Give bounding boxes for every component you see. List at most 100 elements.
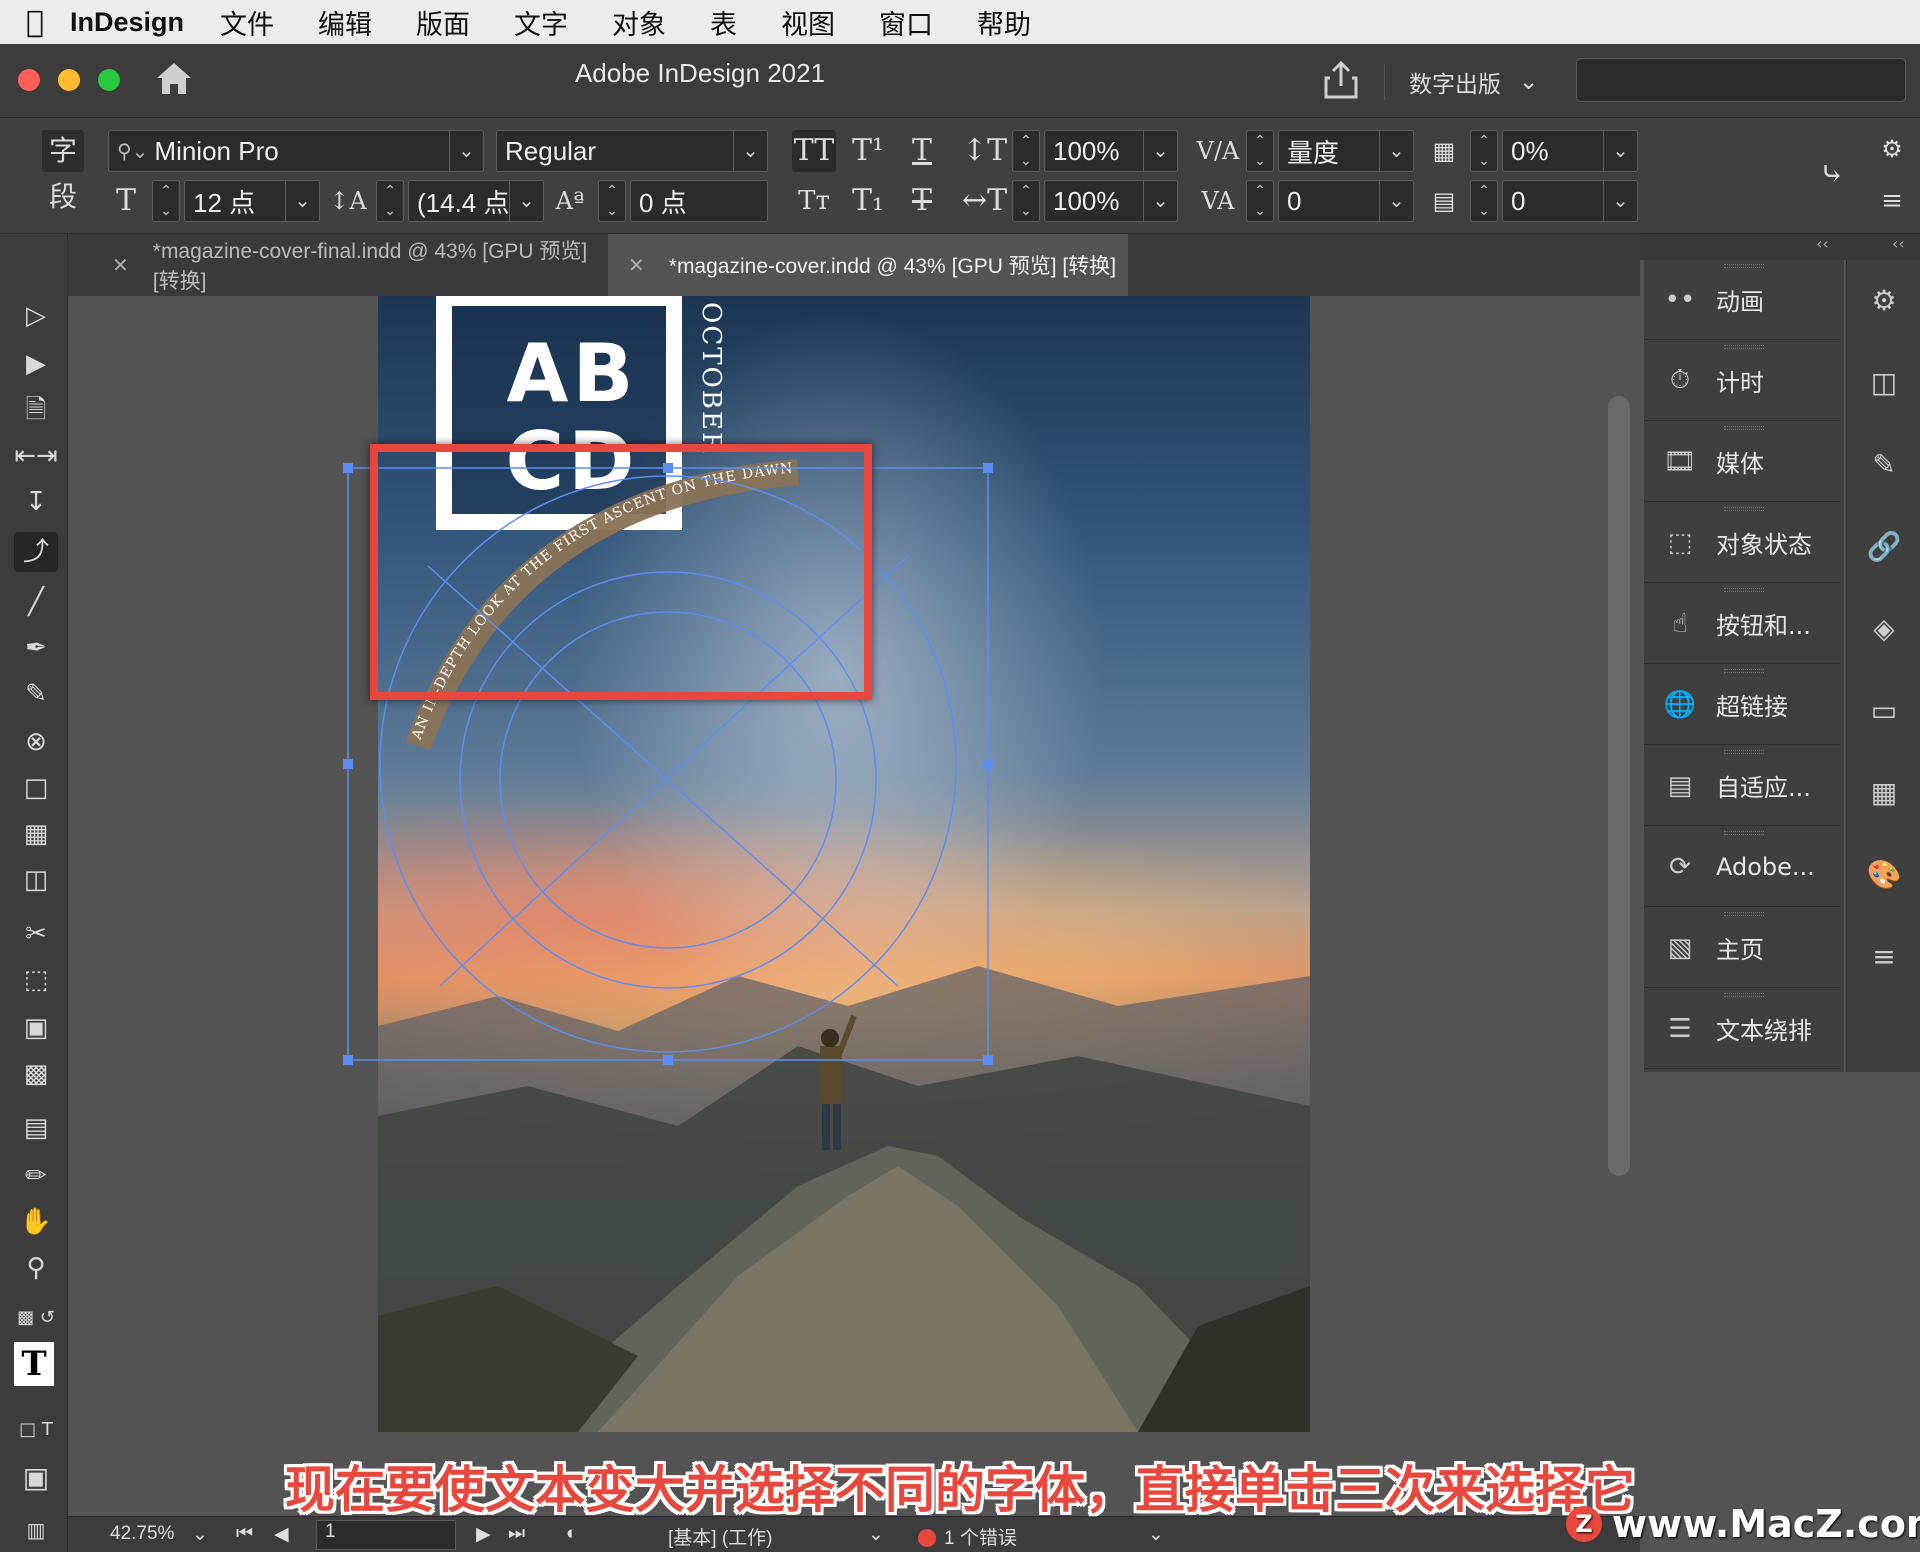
tsume-field[interactable]: 0% ⌄ [1502, 130, 1638, 172]
note-tool-icon[interactable]: ▤ [14, 1108, 58, 1148]
search-input[interactable] [1576, 58, 1906, 102]
menu-type[interactable]: 文字 [514, 3, 568, 42]
leading-field[interactable]: (14.4 点 ⌄ [408, 180, 544, 222]
font-family-field[interactable]: ⚲⌄ Minion Pro ⌄ [108, 130, 484, 172]
links-icon[interactable]: 🔗 [1861, 524, 1907, 570]
pen-tool-icon[interactable]: ✒ [14, 628, 58, 668]
selection-tool-icon[interactable]: ▷ [14, 296, 58, 336]
gradient-swatch-tool-icon[interactable]: ▣ [14, 1008, 58, 1048]
chevron-down-icon[interactable]: ⌄ [449, 131, 483, 171]
chevron-down-icon[interactable]: ⌄ [1379, 131, 1413, 171]
preflight-profile[interactable]: [基本] (工作) [668, 1523, 773, 1550]
line-tool-icon[interactable]: ╱ [14, 582, 58, 622]
collapse-panels-icon[interactable]: ‹‹ [1816, 234, 1829, 253]
zoom-level[interactable]: 42.75% [110, 1523, 174, 1545]
properties-sliders-icon[interactable]: ⚙ [1861, 278, 1907, 324]
page-number-field[interactable]: 1 [316, 1520, 456, 1550]
chevron-down-icon[interactable]: ⌄ [1603, 181, 1637, 221]
tsume-stepper[interactable]: ⌃ ⌄ [1470, 130, 1498, 172]
chevron-down-icon[interactable]: ⌄ [733, 131, 767, 171]
cc-libraries-icon[interactable]: ◫ [1861, 360, 1907, 406]
horizontal-scale-field[interactable]: 100% ⌄ [1044, 180, 1178, 222]
formatting-affects-text-icon[interactable]: T [14, 1342, 54, 1386]
superscript-icon[interactable]: T¹ [846, 130, 890, 172]
gear-icon[interactable]: ⚙ [1870, 128, 1914, 170]
chevron-down-icon[interactable]: ⌄ [192, 1523, 208, 1546]
all-caps-icon[interactable]: TT [792, 130, 836, 172]
menu-view[interactable]: 视图 [781, 3, 835, 42]
chevron-down-icon[interactable]: ⌄ [1143, 131, 1177, 171]
panel-animation[interactable]: •• 动画 [1644, 260, 1840, 340]
tracking-field[interactable]: 0 ⌄ [1278, 180, 1414, 222]
kerning-stepper[interactable]: ⌃ ⌄ [1246, 130, 1274, 172]
zoom-window-button[interactable] [98, 69, 120, 91]
layers-icon[interactable]: ◈ [1861, 606, 1907, 652]
menu-layout[interactable]: 版面 [416, 3, 470, 42]
chevron-down-icon[interactable]: ⌄ [1603, 131, 1637, 171]
quick-actions-icon[interactable]: ⤷ [1810, 154, 1854, 196]
collapse-strip-icon[interactable]: ‹‹ [1892, 234, 1905, 253]
panel-buttons-forms[interactable]: ☝ 按钮和... [1644, 584, 1840, 664]
table-tool-icon[interactable]: ▦ [14, 814, 58, 854]
skew-field[interactable]: 0 ⌄ [1502, 180, 1638, 222]
menu-app-name[interactable]: InDesign [70, 7, 184, 38]
hand-tool-icon[interactable]: ✋ [14, 1202, 58, 1242]
vertical-scrollbar[interactable] [1608, 396, 1630, 1176]
eyedropper-tool-icon[interactable]: ✏ [14, 1156, 58, 1196]
menu-help[interactable]: 帮助 [977, 3, 1031, 42]
menu-window[interactable]: 窗口 [879, 3, 933, 42]
chevron-down-icon[interactable]: ⌄ [1148, 1523, 1164, 1546]
chevron-down-icon[interactable]: ⌄ [868, 1523, 884, 1546]
share-icon[interactable] [1322, 60, 1360, 100]
chevron-down-icon[interactable]: ⌄ [509, 181, 543, 221]
baseline-shift-stepper[interactable]: ⌃ ⌄ [598, 180, 626, 222]
content-collector-icon[interactable]: ↧ [14, 482, 58, 522]
zoom-tool-icon[interactable]: ⚲ [14, 1248, 58, 1288]
panel-text-wrap[interactable]: ☰ 文本绕排 [1644, 989, 1840, 1069]
leading-stepper[interactable]: ⌃ ⌄ [376, 180, 404, 222]
chevron-down-icon[interactable]: ⌄ [1379, 181, 1413, 221]
vertical-scale-field[interactable]: 100% ⌄ [1044, 130, 1178, 172]
preflight-icon[interactable]: ◐ [566, 1523, 577, 1545]
tracking-stepper[interactable]: ⌃ ⌄ [1246, 180, 1274, 222]
menu-table[interactable]: 表 [710, 3, 737, 42]
type-on-path-tool-icon[interactable]: ⤴ [14, 532, 58, 572]
rectangle-frame-tool-icon[interactable]: ⊗ [14, 722, 58, 762]
close-icon[interactable]: ✕ [112, 253, 129, 278]
default-colors-icon[interactable]: ▩ ↺ [14, 1298, 58, 1338]
scissors-tool-icon[interactable]: ✂ [14, 914, 58, 954]
container-text-toggle-icon[interactable]: □ T [14, 1410, 58, 1450]
menu-file[interactable]: 文件 [220, 3, 274, 42]
small-caps-icon[interactable]: Tᴛ [792, 180, 836, 222]
baseline-shift-field[interactable]: 0 点 [630, 180, 768, 222]
direct-selection-tool-icon[interactable]: ▶ [14, 344, 58, 384]
next-page-icon[interactable]: ▶ [476, 1523, 491, 1546]
pencil-tool-icon[interactable]: ✎ [14, 674, 58, 714]
swatches-icon[interactable]: ▦ [1861, 770, 1907, 816]
gap-tool-icon[interactable]: ⇤⇥ [14, 436, 58, 476]
home-icon[interactable] [154, 60, 194, 96]
preflight-errors[interactable]: 1 个错误 [918, 1523, 1017, 1550]
tab-magazine-cover[interactable]: ✕ *magazine-cover.indd @ 43% [GPU 预览] [转… [608, 234, 1128, 296]
paragraph-styles-icon[interactable]: ≡ [1861, 934, 1907, 980]
skew-stepper[interactable]: ⌃ ⌄ [1470, 180, 1498, 222]
panel-menu-icon[interactable]: ≡ [1870, 180, 1914, 222]
panel-hyperlinks[interactable]: 🌐 超链接 [1644, 665, 1840, 745]
panel-timing[interactable]: ⏱ 计时 [1644, 341, 1840, 421]
grid-tool-icon[interactable]: ◫ [14, 860, 58, 900]
kerning-field[interactable]: 量度 ⌄ [1278, 130, 1414, 172]
document-canvas[interactable]: AB CD OCTOBER AN IN-DEPTH LOOK AT THE FI… [68, 296, 1640, 1516]
free-transform-tool-icon[interactable]: ⬚ [14, 960, 58, 1000]
last-page-icon[interactable]: ⏭ [508, 1523, 525, 1545]
workspace-switcher[interactable]: 数字出版 ⌄ [1384, 64, 1538, 100]
color-palette-icon[interactable]: 🎨 [1861, 852, 1907, 898]
underline-icon[interactable]: T [900, 130, 944, 172]
gradient-feather-tool-icon[interactable]: ▩ [14, 1054, 58, 1094]
tab-magazine-cover-final[interactable]: ✕ *magazine-cover-final.indd @ 43% [GPU … [68, 234, 608, 296]
paragraph-mode-button[interactable]: 段 [42, 176, 84, 218]
menu-object[interactable]: 对象 [612, 3, 666, 42]
panel-pages[interactable]: ▧ 主页 [1644, 908, 1840, 988]
rectangle-tool-icon[interactable]: □ [14, 768, 58, 808]
chevron-down-icon[interactable]: ⌄ [285, 181, 319, 221]
panel-media[interactable]: 🎞 媒体 [1644, 422, 1840, 502]
